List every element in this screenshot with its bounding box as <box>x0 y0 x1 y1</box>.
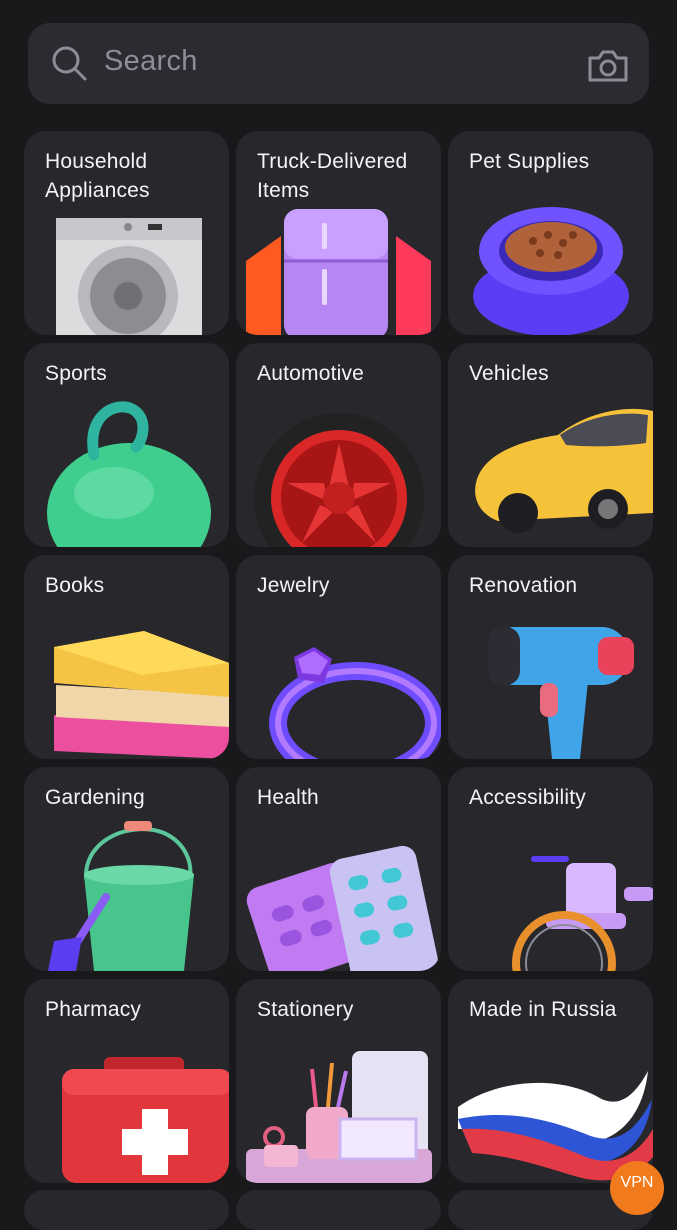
category-label: Renovation <box>469 574 578 597</box>
search-bar[interactable]: Search <box>28 23 649 104</box>
category-label: Jewelry <box>257 574 330 597</box>
category-gardening[interactable]: Gardening <box>24 767 229 971</box>
category-renovation[interactable]: Renovation <box>448 555 653 759</box>
category-vehicles[interactable]: Vehicles <box>448 343 653 547</box>
category-label: Made in Russia <box>469 998 617 1021</box>
category-made-in-russia[interactable]: Made in Russia <box>448 979 653 1183</box>
category-label: Pharmacy <box>45 998 142 1021</box>
category-label: Accessibility <box>469 786 586 809</box>
category-label: Stationery <box>257 998 354 1021</box>
category-stationery[interactable]: Stationery <box>236 979 441 1183</box>
category-jewelry[interactable]: Jewelry <box>236 555 441 759</box>
category-tile-partial[interactable] <box>236 1190 441 1230</box>
category-label: Gardening <box>45 786 145 809</box>
camera-icon[interactable] <box>586 47 630 85</box>
search-input[interactable]: Search <box>104 45 198 78</box>
category-label: Household Appliances <box>45 150 150 202</box>
category-books[interactable]: Books <box>24 555 229 759</box>
category-accessibility[interactable]: Accessibility <box>448 767 653 971</box>
category-automotive[interactable]: Automotive <box>236 343 441 547</box>
category-label: Books <box>45 574 105 597</box>
category-label: Sports <box>45 362 107 385</box>
vpn-badge[interactable]: VPN <box>610 1161 664 1215</box>
category-pharmacy[interactable]: Pharmacy <box>24 979 229 1183</box>
category-tile-partial[interactable] <box>24 1190 229 1230</box>
category-label: Automotive <box>257 362 365 385</box>
search-icon <box>52 46 87 81</box>
category-label: Truck-Delivered Items <box>257 150 408 202</box>
category-pet-supplies[interactable]: Pet Supplies <box>448 131 653 335</box>
category-label: Health <box>257 786 319 809</box>
category-truck-delivered-items[interactable]: Truck-Delivered Items <box>236 131 441 335</box>
category-label: Vehicles <box>469 362 549 385</box>
category-sports[interactable]: Sports <box>24 343 229 547</box>
category-household-appliances[interactable]: Household Appliances <box>24 131 229 335</box>
category-label: Pet Supplies <box>469 150 590 173</box>
category-health[interactable]: Health <box>236 767 441 971</box>
